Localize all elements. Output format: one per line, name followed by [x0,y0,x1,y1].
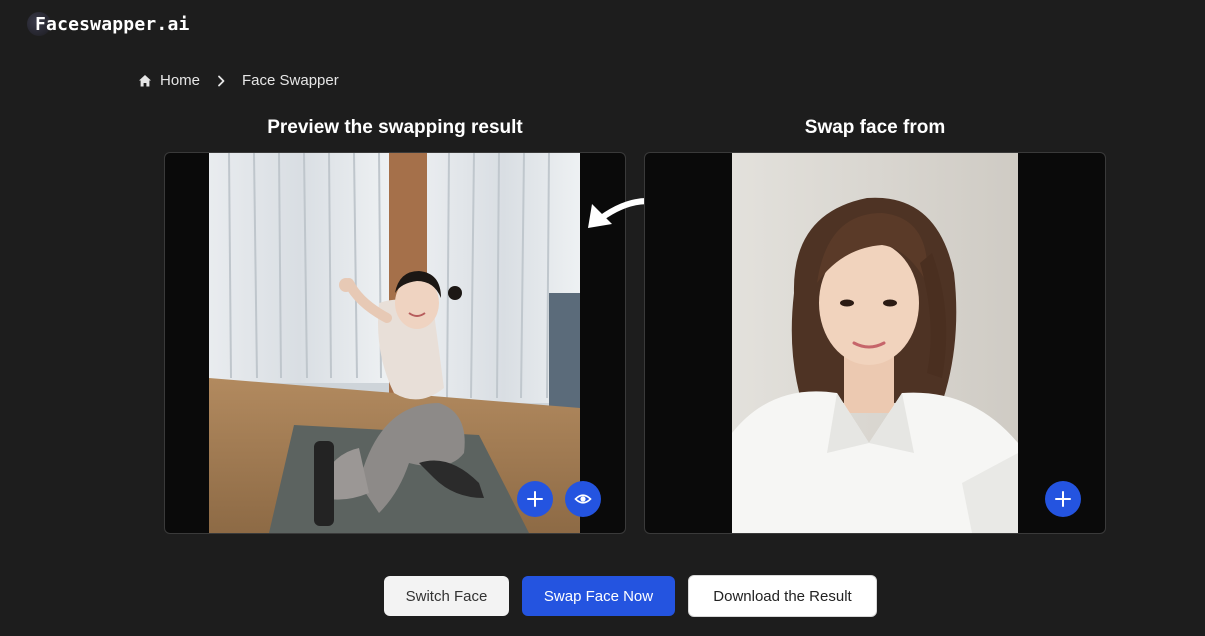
breadcrumb-current: Face Swapper [242,72,339,89]
source-face-title: Swap face from [804,117,946,138]
swap-face-now-button[interactable]: Swap Face Now [522,576,675,616]
preview-panel [164,152,626,534]
source-face-panel [644,152,1106,534]
preview-image [209,153,580,533]
switch-face-button[interactable]: Switch Face [384,576,509,616]
plus-icon [1055,491,1071,507]
home-icon [139,74,151,86]
eye-icon [574,494,592,504]
breadcrumb: Home Face Swapper [138,72,339,89]
source-face-image [732,153,1018,533]
plus-icon [527,491,543,507]
logo[interactable]: Faceswapper.ai [27,11,190,37]
download-result-button[interactable]: Download the Result [688,575,877,617]
preview-title: Preview the swapping result [267,117,523,138]
view-result-button[interactable] [565,481,601,517]
breadcrumb-home-link[interactable]: Home [160,72,200,89]
add-source-face-button[interactable] [1045,481,1081,517]
chevron-right-icon [218,75,225,86]
add-target-image-button[interactable] [517,481,553,517]
logo-text: Faceswapper.ai [35,13,190,35]
